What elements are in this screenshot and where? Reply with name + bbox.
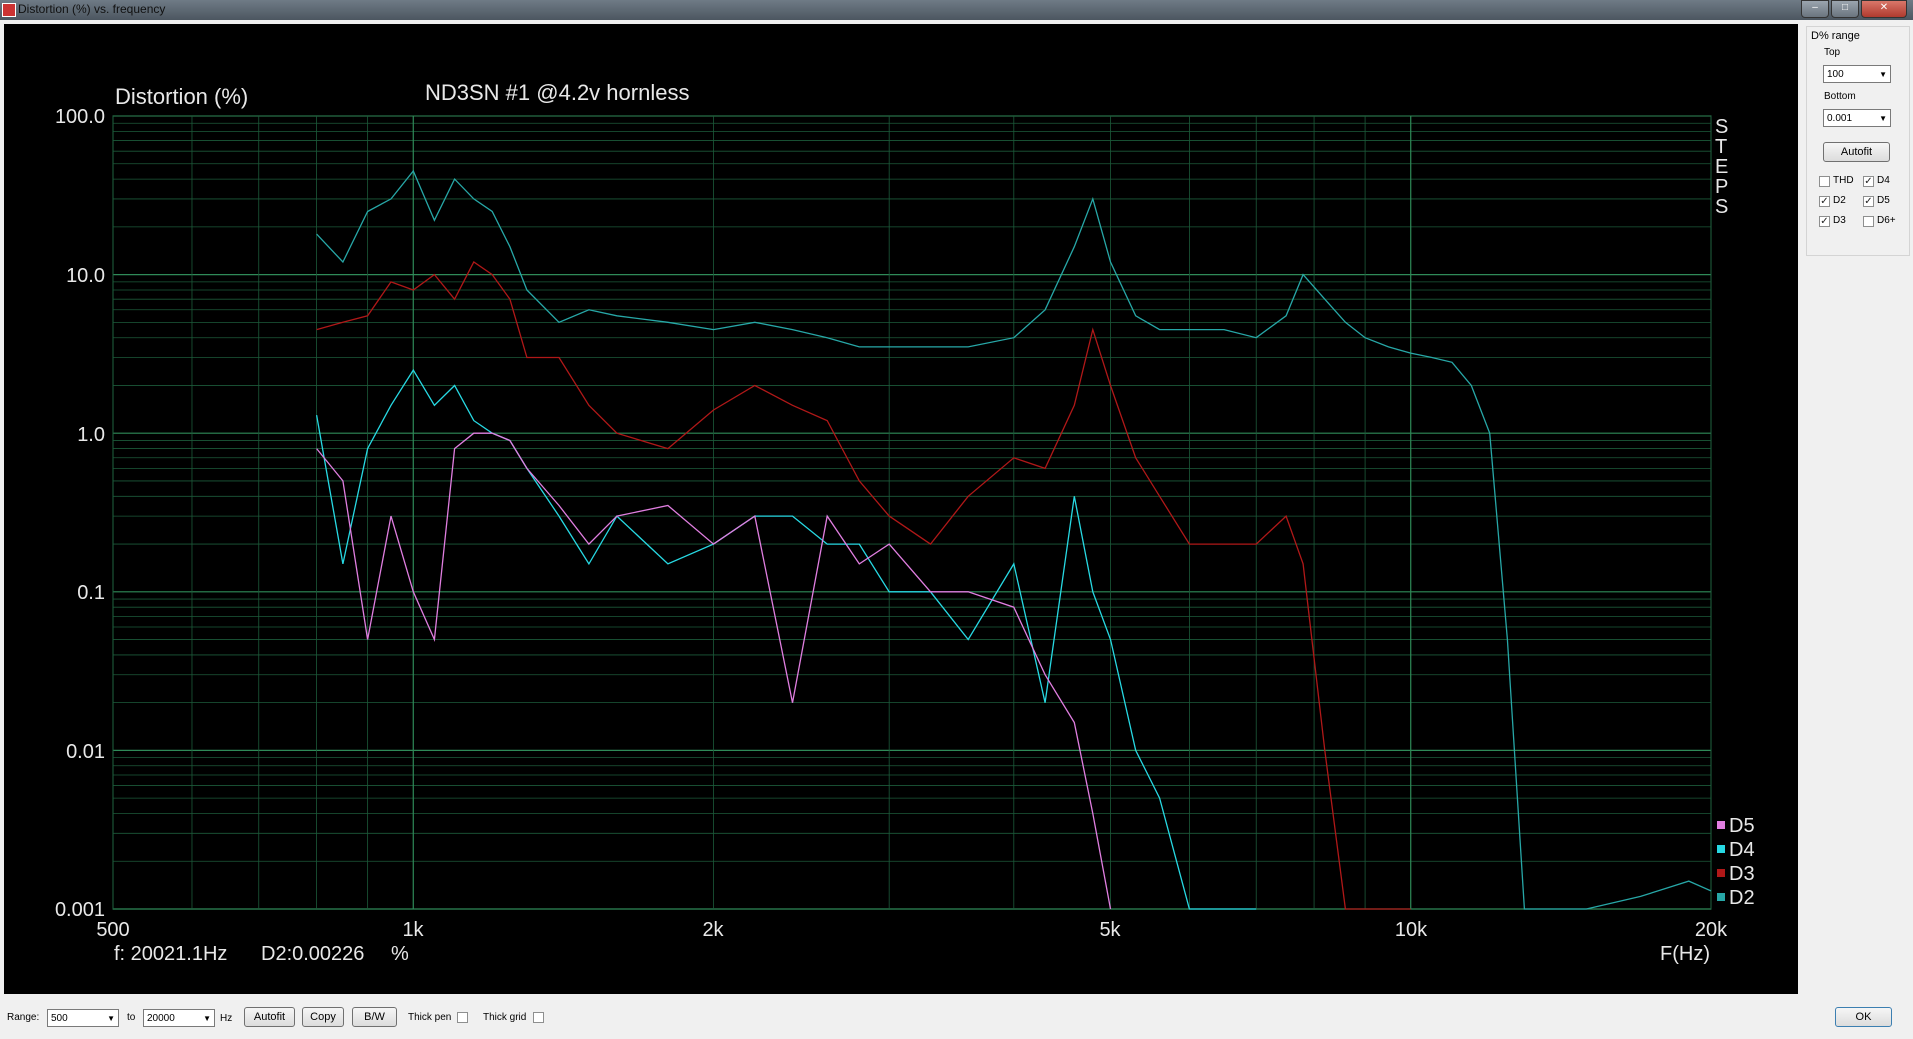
top-label: Top (1824, 47, 1841, 58)
readout-unit: % (391, 943, 409, 965)
y-tick-label: 100.0 (55, 106, 105, 128)
bottom-select[interactable]: 0.001 ▼ (1823, 109, 1891, 127)
side-letter: T (1715, 136, 1727, 158)
legend-label-d5: D5 (1729, 815, 1755, 837)
chevron-down-icon: ▼ (203, 1014, 211, 1023)
plot-area (112, 115, 1712, 910)
window-controls: – □ ✕ (1801, 0, 1907, 18)
bw-button[interactable]: B/W (352, 1007, 397, 1027)
hz-label: Hz (220, 1013, 233, 1024)
window-titlebar[interactable]: Distortion (%) vs. frequency – □ ✕ (0, 0, 1913, 20)
checkbox-d6plus-label: D6+ (1877, 215, 1896, 226)
x-tick-label: 10k (1395, 919, 1428, 941)
y-tick-label: 0.01 (66, 741, 105, 763)
checkbox-d6plus[interactable] (1863, 216, 1874, 227)
bottom-toolbar: Range: 500 ▼ to 20000 ▼ Hz Autofit Copy B/… (0, 1000, 1913, 1039)
chart-title: ND3SN #1 @4.2v hornless (425, 80, 689, 105)
range-label: Range: (7, 1012, 40, 1023)
close-icon[interactable]: ✕ (1861, 0, 1907, 18)
legend-label-d4: D4 (1729, 839, 1755, 861)
y-tick-label: 10.0 (66, 265, 105, 287)
legend: D5 D4 D3 D2 (1717, 815, 1755, 909)
checkbox-d4[interactable]: ✓ (1863, 176, 1874, 187)
checkbox-d4-label: D4 (1877, 175, 1890, 186)
autofit-button[interactable]: Autofit (244, 1007, 295, 1027)
bottom-label: Bottom (1824, 91, 1856, 102)
chevron-down-icon: ▼ (107, 1014, 115, 1023)
distortion-chart[interactable]: Distortion (%) ND3SN #1 @4.2v hornless S… (4, 24, 1798, 994)
window-title: Distortion (%) vs. frequency (18, 2, 166, 16)
checkbox-thd[interactable] (1819, 176, 1830, 187)
range-group-label: D% range (1811, 30, 1860, 42)
readout-frequency: f: 20021.1Hz (114, 943, 227, 965)
y-tick-label: 0.1 (77, 582, 105, 604)
x-tick-label: 20k (1695, 919, 1728, 941)
x-tick-label: 1k (402, 919, 424, 941)
bottom-select-value: 0.001 (1827, 113, 1853, 124)
range-panel: D% range Top 100 ▼ Bottom 0.001 ▼ Autofit … (1806, 26, 1910, 256)
y-tick-label: 1.0 (77, 424, 105, 446)
ok-button[interactable]: OK (1835, 1007, 1892, 1027)
checkbox-d5[interactable]: ✓ (1863, 196, 1874, 207)
range-to-select[interactable]: 20000 ▼ (143, 1009, 215, 1027)
thick-grid-label: Thick grid (483, 1012, 527, 1023)
chevron-down-icon: ▼ (1879, 114, 1887, 123)
checkbox-d5-label: D5 (1877, 195, 1890, 206)
thick-pen-label: Thick pen (408, 1012, 452, 1023)
readout-distortion: D2:0.00226 (261, 943, 364, 965)
range-from-select[interactable]: 500 ▼ (47, 1009, 119, 1027)
range-to-value: 20000 (147, 1013, 175, 1024)
range-from-value: 500 (51, 1013, 68, 1024)
range-autofit-button[interactable]: Autofit (1823, 142, 1890, 162)
top-select-value: 100 (1827, 69, 1844, 80)
plot-panel: Distortion (%) ND3SN #1 @4.2v hornless S… (4, 24, 1798, 994)
legend-swatch-d2 (1717, 893, 1725, 901)
side-letter: E (1715, 156, 1728, 178)
side-letter: S (1715, 196, 1728, 218)
x-tick-label: 500 (96, 919, 129, 941)
chevron-down-icon: ▼ (1879, 70, 1887, 79)
legend-label-d3: D3 (1729, 863, 1755, 885)
checkbox-d3[interactable]: ✓ (1819, 216, 1830, 227)
thick-grid-checkbox[interactable] (533, 1012, 544, 1023)
legend-label-d2: D2 (1729, 887, 1755, 909)
x-tick-labels: 500 1k 2k 5k 10k 20k (96, 919, 1728, 941)
minimize-icon[interactable]: – (1801, 0, 1829, 18)
side-text: S T E P S (1715, 116, 1728, 218)
x-tick-label: 5k (1099, 919, 1121, 941)
x-tick-label: 2k (702, 919, 724, 941)
top-select[interactable]: 100 ▼ (1823, 65, 1891, 83)
legend-swatch-d3 (1717, 869, 1725, 877)
checkbox-d2[interactable]: ✓ (1819, 196, 1830, 207)
to-label: to (127, 1012, 136, 1023)
app-icon (2, 3, 16, 17)
y-axis-label: Distortion (%) (115, 84, 248, 109)
x-axis-label: F(Hz) (1660, 943, 1710, 965)
side-letter: P (1715, 176, 1728, 198)
thick-pen-checkbox[interactable] (457, 1012, 468, 1023)
maximize-icon[interactable]: □ (1831, 0, 1859, 18)
y-tick-labels: 100.0 10.0 1.0 0.1 0.01 0.001 (55, 106, 105, 921)
checkbox-thd-label: THD (1833, 175, 1854, 186)
copy-button[interactable]: Copy (302, 1007, 344, 1027)
legend-swatch-d5 (1717, 821, 1725, 829)
y-tick-label: 0.001 (55, 899, 105, 921)
side-letter: S (1715, 116, 1728, 138)
checkbox-d2-label: D2 (1833, 195, 1846, 206)
legend-swatch-d4 (1717, 845, 1725, 853)
checkbox-d3-label: D3 (1833, 215, 1846, 226)
